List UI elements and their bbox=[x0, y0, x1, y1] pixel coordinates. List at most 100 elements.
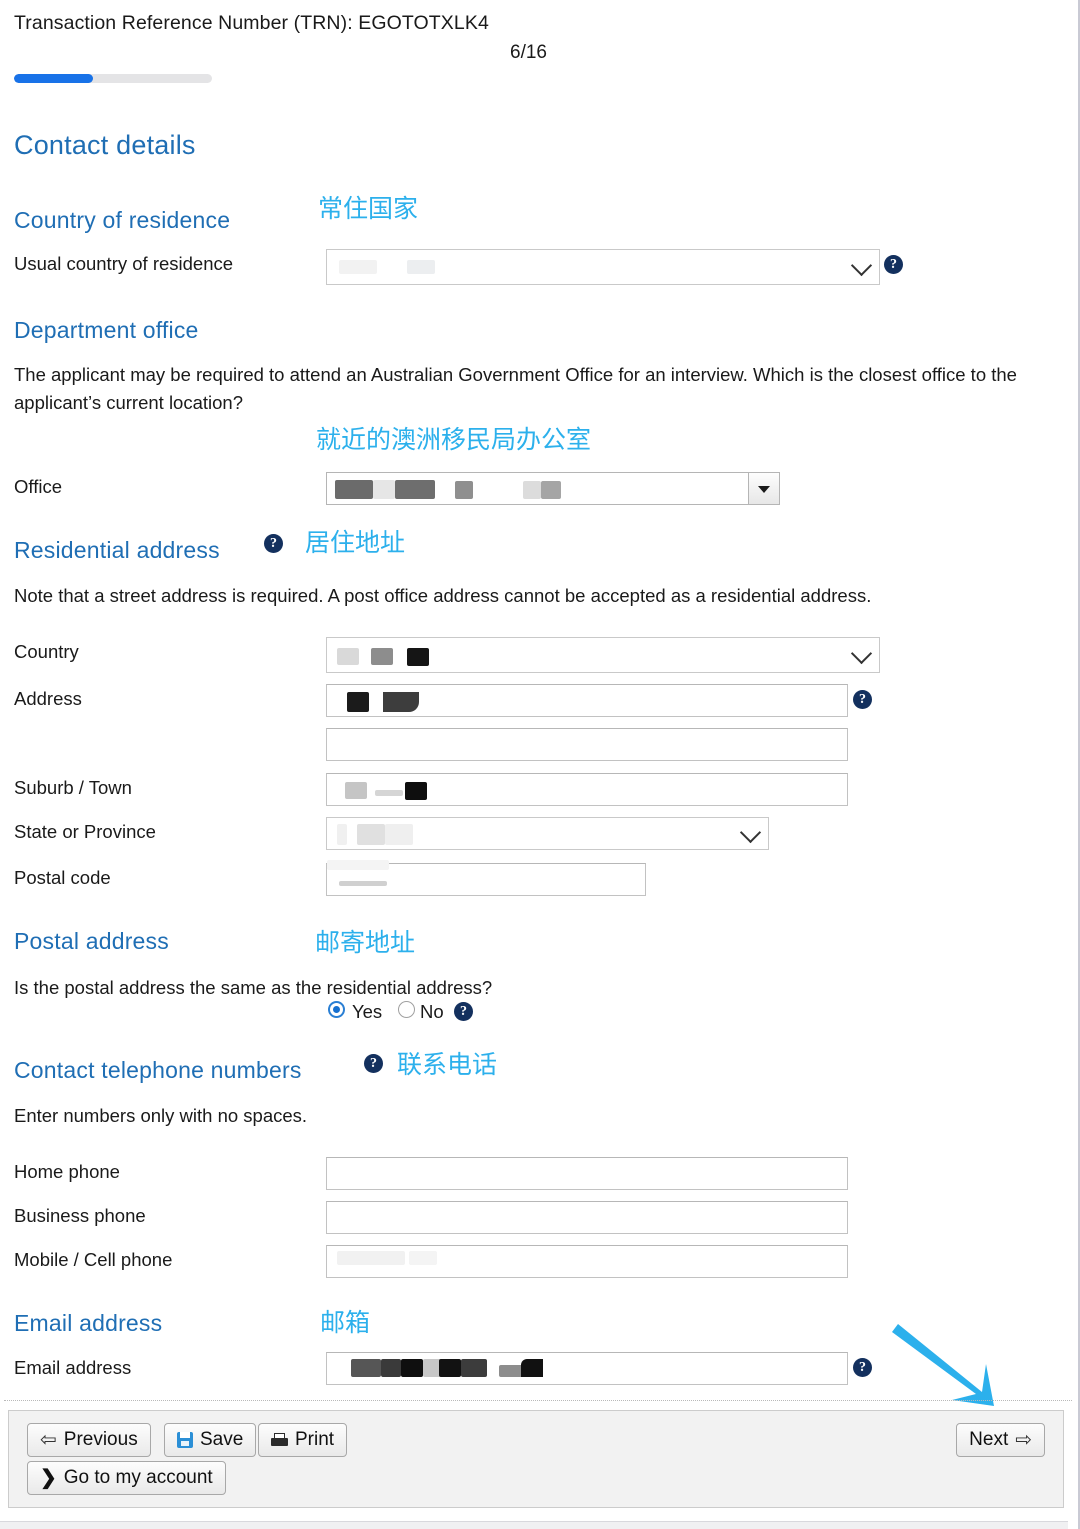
page-footer-strip bbox=[0, 1521, 1068, 1529]
select-office-dropdown-button[interactable] bbox=[748, 473, 779, 504]
chevron-right-icon: ❯ bbox=[40, 1467, 57, 1489]
redacted-value bbox=[375, 790, 403, 796]
redacted-value bbox=[409, 1251, 437, 1265]
next-button[interactable]: Next ⇨ bbox=[956, 1423, 1045, 1457]
annotation-postal-address: 邮寄地址 bbox=[315, 928, 416, 957]
label-residential-country: Country bbox=[14, 641, 79, 662]
section-heading-residential-address: Residential address bbox=[14, 537, 220, 563]
previous-button[interactable]: ⇦ Previous bbox=[27, 1423, 151, 1457]
section-heading-postal-address: Postal address bbox=[14, 928, 169, 954]
input-business-phone[interactable] bbox=[326, 1201, 848, 1234]
arrow-left-icon: ⇦ bbox=[40, 1429, 57, 1451]
arrow-right-icon: ⇨ bbox=[1015, 1429, 1032, 1451]
input-residential-address-line2[interactable] bbox=[326, 728, 848, 761]
section-heading-country-of-residence: Country of residence bbox=[14, 207, 231, 233]
label-business-phone: Business phone bbox=[14, 1205, 146, 1226]
help-icon-country-of-residence[interactable]: ? bbox=[884, 255, 903, 274]
section-heading-email-address: Email address bbox=[14, 1310, 163, 1336]
input-home-phone[interactable] bbox=[326, 1157, 848, 1190]
redacted-value bbox=[339, 260, 377, 274]
progress-bar-fill bbox=[14, 74, 94, 83]
label-office: Office bbox=[14, 476, 62, 497]
radio-postal-same-no[interactable] bbox=[398, 1001, 415, 1018]
redacted-value bbox=[405, 782, 427, 800]
note-contact-telephone: Enter numbers only with no spaces. bbox=[14, 1105, 308, 1126]
annotation-residential-address: 居住地址 bbox=[305, 528, 406, 557]
redacted-value bbox=[337, 1251, 405, 1265]
redacted-value bbox=[401, 1359, 423, 1377]
select-usual-country-of-residence[interactable] bbox=[326, 249, 880, 285]
help-icon-residential-address-field[interactable]: ? bbox=[853, 690, 872, 709]
redacted-value bbox=[407, 648, 429, 666]
note-residential-address: Note that a street address is required. … bbox=[14, 585, 872, 606]
redacted-value bbox=[337, 824, 347, 845]
section-divider bbox=[4, 1400, 1072, 1401]
redacted-value bbox=[345, 782, 367, 799]
previous-button-label: Previous bbox=[63, 1429, 138, 1450]
go-to-my-account-button[interactable]: ❯ Go to my account bbox=[27, 1461, 226, 1495]
help-icon-residential-address[interactable]: ? bbox=[264, 534, 283, 553]
redacted-value bbox=[371, 648, 393, 665]
redacted-value bbox=[541, 481, 561, 499]
select-state-or-province[interactable] bbox=[326, 817, 769, 850]
redacted-value bbox=[461, 1359, 487, 1377]
save-button[interactable]: Save bbox=[164, 1423, 257, 1457]
transaction-reference-number: Transaction Reference Number (TRN): EGOT… bbox=[14, 12, 489, 34]
chevron-down-icon bbox=[850, 642, 873, 665]
redacted-value bbox=[383, 692, 419, 712]
select-residential-country[interactable] bbox=[326, 637, 880, 673]
input-mobile-phone[interactable] bbox=[326, 1245, 848, 1278]
help-icon-email-address[interactable]: ? bbox=[853, 1358, 872, 1377]
page-counter: 6/16 bbox=[510, 42, 547, 63]
redacted-value bbox=[357, 824, 385, 845]
input-residential-address-line1[interactable] bbox=[326, 684, 848, 717]
redacted-value bbox=[455, 481, 473, 499]
print-button[interactable]: Print bbox=[258, 1423, 348, 1457]
annotation-email-address: 邮箱 bbox=[320, 1308, 371, 1337]
help-icon-postal-address[interactable]: ? bbox=[454, 1002, 473, 1021]
radio-label-yes[interactable]: Yes bbox=[352, 1001, 382, 1023]
page-title: Contact details bbox=[14, 130, 196, 160]
chevron-down-icon bbox=[850, 254, 873, 277]
redacted-value bbox=[395, 480, 435, 499]
redacted-value bbox=[523, 481, 541, 499]
radio-postal-same-yes[interactable] bbox=[328, 1001, 345, 1018]
section-heading-department-office: Department office bbox=[14, 317, 199, 343]
redacted-value bbox=[339, 881, 387, 886]
redacted-value bbox=[521, 1359, 543, 1377]
print-button-label: Print bbox=[295, 1429, 335, 1450]
input-suburb-town[interactable] bbox=[326, 773, 848, 806]
redacted-value bbox=[347, 692, 369, 712]
label-suburb-town: Suburb / Town bbox=[14, 777, 132, 798]
input-email-address[interactable] bbox=[326, 1352, 848, 1385]
redacted-value bbox=[351, 1359, 381, 1377]
label-residential-address: Address bbox=[14, 688, 82, 709]
redacted-value bbox=[439, 1359, 461, 1377]
label-state-or-province: State or Province bbox=[14, 821, 156, 842]
go-to-my-account-label: Go to my account bbox=[63, 1467, 213, 1488]
radio-label-no[interactable]: No bbox=[420, 1001, 444, 1023]
form-page: Transaction Reference Number (TRN): EGOT… bbox=[0, 0, 1080, 1529]
save-button-label: Save bbox=[200, 1429, 244, 1450]
redacted-value bbox=[337, 648, 359, 665]
annotation-country-of-residence: 常住国家 bbox=[318, 194, 419, 223]
printer-icon bbox=[271, 1432, 288, 1448]
section-heading-contact-telephone: Contact telephone numbers bbox=[14, 1057, 302, 1083]
redacted-value bbox=[381, 1359, 401, 1377]
label-postal-code: Postal code bbox=[14, 867, 111, 888]
redacted-value bbox=[385, 824, 413, 845]
select-office-value bbox=[327, 473, 748, 504]
progress-bar bbox=[14, 74, 212, 83]
redacted-value bbox=[327, 860, 389, 870]
input-postal-code[interactable] bbox=[326, 860, 646, 896]
annotation-contact-telephone: 联系电话 bbox=[397, 1050, 498, 1079]
help-icon-contact-telephone[interactable]: ? bbox=[364, 1054, 383, 1073]
paragraph-department-office: The applicant may be required to attend … bbox=[14, 364, 1017, 413]
redacted-value bbox=[373, 480, 395, 499]
floppy-disk-icon bbox=[177, 1432, 193, 1448]
redacted-value bbox=[407, 260, 435, 274]
next-button-label: Next bbox=[969, 1429, 1009, 1450]
select-office[interactable] bbox=[326, 472, 780, 505]
form-toolbar: ⇦ Previous Save Print ❯ Go to my account… bbox=[8, 1410, 1064, 1508]
redacted-value bbox=[335, 480, 373, 499]
